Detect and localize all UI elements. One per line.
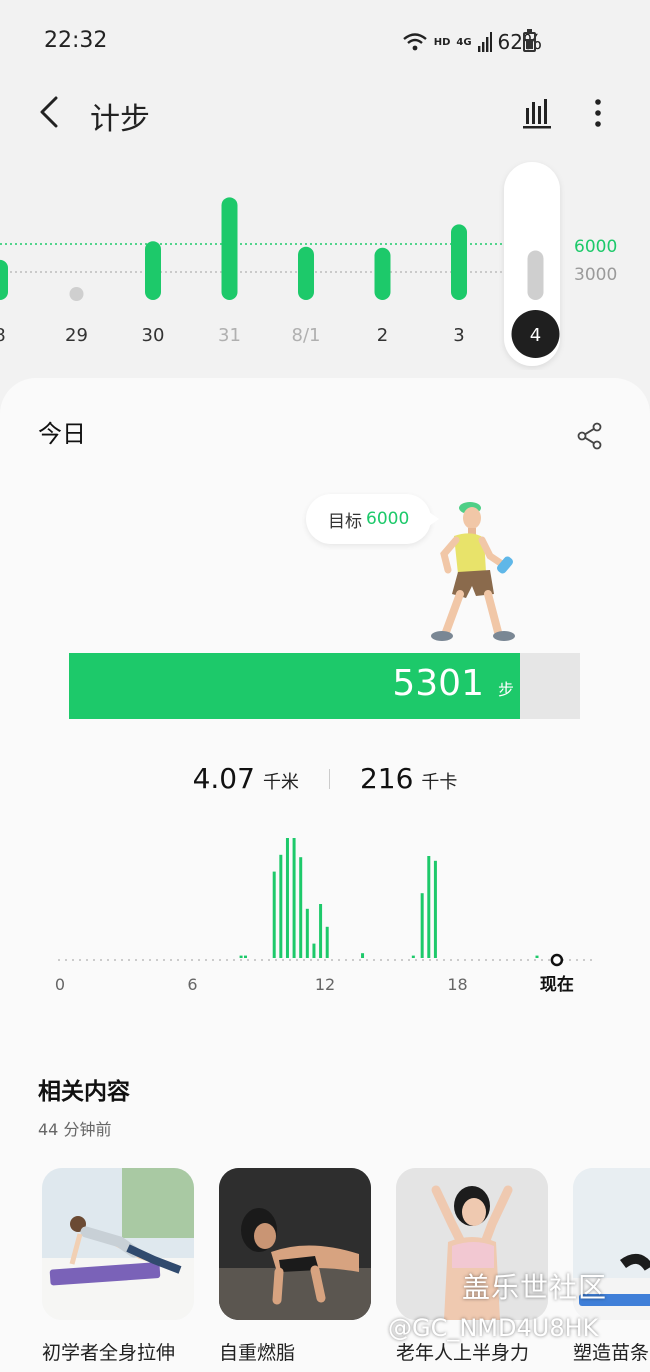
- related-item-1-thumbnail[interactable]: [42, 1168, 194, 1320]
- goal-bubble: 目标 6000: [306, 494, 440, 544]
- hourly-bar: [299, 857, 303, 958]
- hourly-bar: [427, 856, 431, 958]
- hourly-bar: [433, 860, 437, 958]
- today-summary: 4.07 千米 216 千卡: [0, 762, 650, 795]
- weekly-bar[interactable]: [145, 241, 161, 300]
- walking-person-illustration: [431, 502, 515, 641]
- more-options-icon[interactable]: [586, 96, 610, 130]
- today-title: 今日: [38, 420, 86, 448]
- weekly-day-label[interactable]: 29: [65, 325, 88, 346]
- battery-icon: [523, 29, 536, 52]
- signal-icon: [477, 32, 492, 52]
- weekly-day-label[interactable]: 31: [218, 325, 241, 346]
- hourly-bar: [312, 943, 316, 958]
- summary-divider: [328, 768, 330, 789]
- related-section-title: 相关内容: [38, 1079, 130, 1105]
- weekly-steps-chart[interactable]: 6000 3000 8 29 30 31 8/1 2 3 4: [0, 160, 650, 370]
- hourly-bar: [361, 953, 365, 958]
- hd-indicator: HD: [433, 36, 451, 48]
- hourly-bar: [411, 955, 415, 958]
- related-item-3-label[interactable]: 老年人上半身力: [396, 1338, 529, 1365]
- page-title: 计步: [90, 102, 150, 137]
- calories-value: 216: [359, 762, 414, 795]
- hourly-bar: [420, 893, 424, 958]
- watermark-community: 盖乐世社区: [462, 1271, 608, 1304]
- bodyweight-workout-image: [219, 1168, 371, 1320]
- weekly-bar[interactable]: [527, 250, 544, 300]
- today-card: 今日 目标 6000 5301 步 4.07 千米 216 千卡 0 6 12 …: [0, 378, 650, 1372]
- hourly-bar: [292, 838, 296, 958]
- hourly-bar: [272, 871, 276, 958]
- hourly-bar: [239, 955, 243, 958]
- distance-unit: 千米: [262, 772, 299, 793]
- weekly-bar[interactable]: [0, 259, 8, 300]
- weekly-day-label[interactable]: 2: [377, 325, 388, 346]
- distance-value: 4.07: [192, 762, 255, 795]
- hourly-tick-label: 18: [447, 975, 467, 994]
- weekly-day-label[interactable]: 8/1: [292, 325, 321, 346]
- wifi-icon: [402, 33, 427, 51]
- weekly-bar[interactable]: [374, 247, 391, 300]
- weekly-day-label[interactable]: 30: [142, 325, 165, 346]
- steps-value: 5301: [392, 663, 484, 704]
- related-item-2-thumbnail[interactable]: [219, 1168, 371, 1320]
- goal-axis-label: 6000: [574, 237, 617, 257]
- app-bar: 计步: [0, 84, 650, 144]
- steps-progress-bar: 5301 步: [69, 653, 580, 719]
- goal-value: 6000: [366, 509, 410, 529]
- weekly-day-label[interactable]: 8: [0, 325, 6, 346]
- weekly-day-label[interactable]: 3: [453, 325, 464, 346]
- status-indicators: HD 4G 62%: [402, 30, 542, 54]
- weekly-bar[interactable]: [451, 224, 467, 300]
- related-item-4-label[interactable]: 塑造苗条: [573, 1338, 649, 1365]
- related-section-time: 44 分钟前: [38, 1120, 112, 1139]
- status-bar: 22:32 HD 4G 62%: [0, 0, 650, 84]
- calories-unit: 千卡: [421, 772, 458, 793]
- status-time: 22:32: [44, 28, 108, 53]
- hourly-bar: [285, 838, 289, 958]
- watermark-handle: @GC_NMD4U8HK: [388, 1314, 599, 1342]
- goal-prefix: 目标: [328, 511, 362, 532]
- hourly-tick-label: 0: [55, 975, 65, 994]
- hourly-bar: [535, 955, 539, 958]
- stretch-workout-image: [42, 1168, 194, 1320]
- hourly-steps-chart[interactable]: 0 6 12 18 现在: [0, 828, 650, 1008]
- related-item-2-label[interactable]: 自重燃脂: [219, 1338, 295, 1365]
- hourly-tick-label: 12: [315, 975, 335, 994]
- share-icon[interactable]: [576, 422, 604, 450]
- weekly-bar[interactable]: [298, 246, 314, 300]
- statistics-icon[interactable]: [520, 96, 554, 130]
- related-item-1-label[interactable]: 初学者全身拉伸: [42, 1338, 175, 1365]
- hourly-bar: [325, 926, 329, 958]
- weekly-bar[interactable]: [69, 287, 84, 301]
- hourly-bar: [319, 904, 323, 958]
- now-label: 现在: [540, 974, 574, 995]
- hourly-bar: [279, 854, 283, 958]
- steps-count: 5301 步: [392, 663, 514, 704]
- hourly-tick-label: 6: [187, 975, 197, 994]
- now-marker: [550, 953, 564, 967]
- mid-axis-label: 3000: [574, 265, 617, 285]
- network-indicator: 4G: [456, 36, 472, 48]
- steps-unit: 步: [497, 680, 514, 699]
- back-arrow-icon[interactable]: [36, 94, 64, 130]
- hourly-bar: [305, 908, 309, 958]
- hourly-bar: [244, 955, 247, 958]
- weekly-bar[interactable]: [221, 197, 238, 300]
- weekly-day-label[interactable]: 4: [530, 325, 541, 346]
